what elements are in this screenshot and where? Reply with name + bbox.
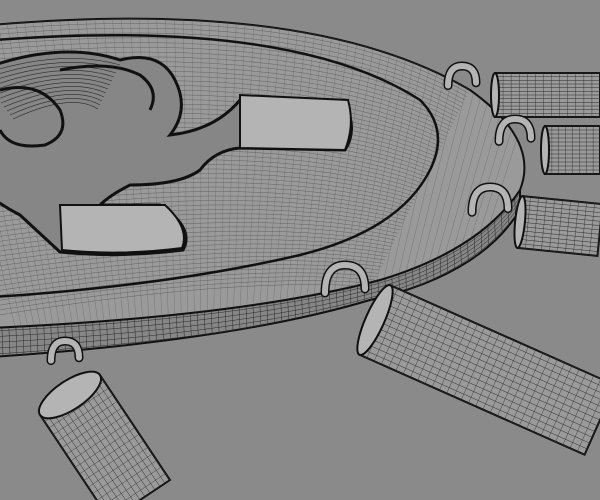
handle-mid-right bbox=[513, 195, 600, 257]
handle-upper-right bbox=[490, 72, 600, 118]
wireframe-viewport bbox=[0, 0, 600, 500]
handle-right bbox=[540, 125, 600, 175]
